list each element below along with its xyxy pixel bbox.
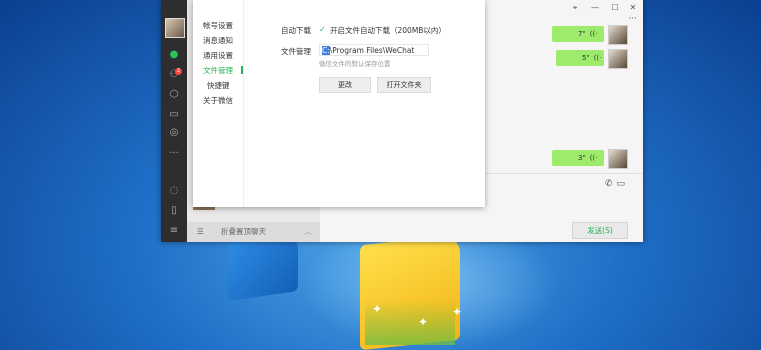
voice-icon: ((· — [593, 54, 602, 62]
path-selection: C: — [322, 46, 330, 55]
chat-icon[interactable]: ● — [166, 48, 182, 62]
more-options-icon[interactable]: ··· — [628, 14, 637, 24]
minimize-button[interactable]: — — [588, 2, 602, 14]
save-path-field[interactable]: C:\Program Files\WeChat — [319, 44, 429, 56]
message-avatar[interactable] — [608, 25, 628, 45]
voice-duration: 3" — [578, 154, 586, 162]
voice-message[interactable]: 7" ((· — [552, 26, 604, 42]
sparkle-icon: ✦ — [452, 305, 463, 319]
maximize-button[interactable]: ☐ — [608, 2, 622, 14]
nav-notifications[interactable]: 消息通知 — [203, 35, 233, 46]
fold-pinned-label: 折叠置顶聊天 — [221, 227, 266, 236]
message-avatar[interactable] — [608, 49, 628, 69]
message-avatar[interactable] — [608, 149, 628, 169]
unread-badge: 2 — [175, 68, 182, 75]
sparkle-icon: ✦ — [418, 315, 429, 329]
voice-message[interactable]: 3" ((· — [552, 150, 604, 166]
fold-pinned-chats[interactable]: ☰ 折叠置顶聊天 ︿ — [187, 222, 320, 242]
wechat-sidebar: ● ⚇ 2 ⬡ ▭ ◎ ··· ◌ ▯ ≡ — [161, 0, 187, 242]
voice-duration: 5" — [582, 54, 590, 62]
voice-icon: ((· — [589, 154, 598, 162]
file-manage-label: 文件管理 — [281, 47, 311, 56]
list-icon: ☰ — [197, 227, 204, 236]
auto-download-label: 自动下载 — [281, 26, 311, 35]
send-button[interactable]: 发送(S) — [572, 222, 628, 239]
nav-account-settings[interactable]: 帐号设置 — [203, 20, 233, 31]
checkmark-icon[interactable]: ✓ — [319, 25, 326, 34]
nav-about[interactable]: 关于微信 — [203, 95, 233, 106]
call-icons[interactable]: ✆▭ — [605, 179, 629, 189]
files-icon[interactable]: ▭ — [166, 108, 182, 122]
path-text: \Program Files\WeChat — [329, 46, 415, 55]
menu-icon[interactable]: ≡ — [166, 224, 182, 238]
more-icon[interactable]: ··· — [166, 147, 182, 161]
moments-icon[interactable]: ◎ — [166, 126, 182, 140]
nav-file-management[interactable]: 文件管理 — [203, 65, 233, 76]
save-path-hint: 微信文件的默认保存位置 — [319, 60, 391, 68]
voice-message[interactable]: 5" ((· — [556, 50, 604, 66]
close-button[interactable]: ✕ — [626, 2, 640, 14]
chevron-up-icon: ︿ — [304, 227, 313, 236]
pin-icon[interactable]: ⌖ — [568, 2, 582, 14]
nav-general-settings[interactable]: 通用设置 — [203, 50, 233, 61]
phone-icon[interactable]: ▯ — [166, 204, 182, 218]
active-indicator — [241, 66, 243, 74]
nav-shortcuts[interactable]: 快捷键 — [207, 80, 230, 91]
user-avatar[interactable] — [165, 18, 185, 38]
settings-nav: 帐号设置 消息通知 通用设置 文件管理 快捷键 关于微信 — [193, 0, 244, 207]
change-button[interactable]: 更改 — [319, 77, 371, 93]
auto-download-option[interactable]: 开启文件自动下载（200MB以内） — [330, 25, 446, 36]
open-folder-button[interactable]: 打开文件夹 — [377, 77, 431, 93]
voice-duration: 7" — [578, 30, 586, 38]
favorites-icon[interactable]: ⬡ — [166, 88, 182, 102]
settings-dialog: 帐号设置 消息通知 通用设置 文件管理 快捷键 关于微信 自动下载 ✓ 开启文件… — [193, 0, 485, 207]
sparkle-icon: ✦ — [372, 302, 383, 316]
voice-icon: ((· — [589, 30, 598, 38]
mini-program-icon[interactable]: ◌ — [166, 184, 182, 198]
